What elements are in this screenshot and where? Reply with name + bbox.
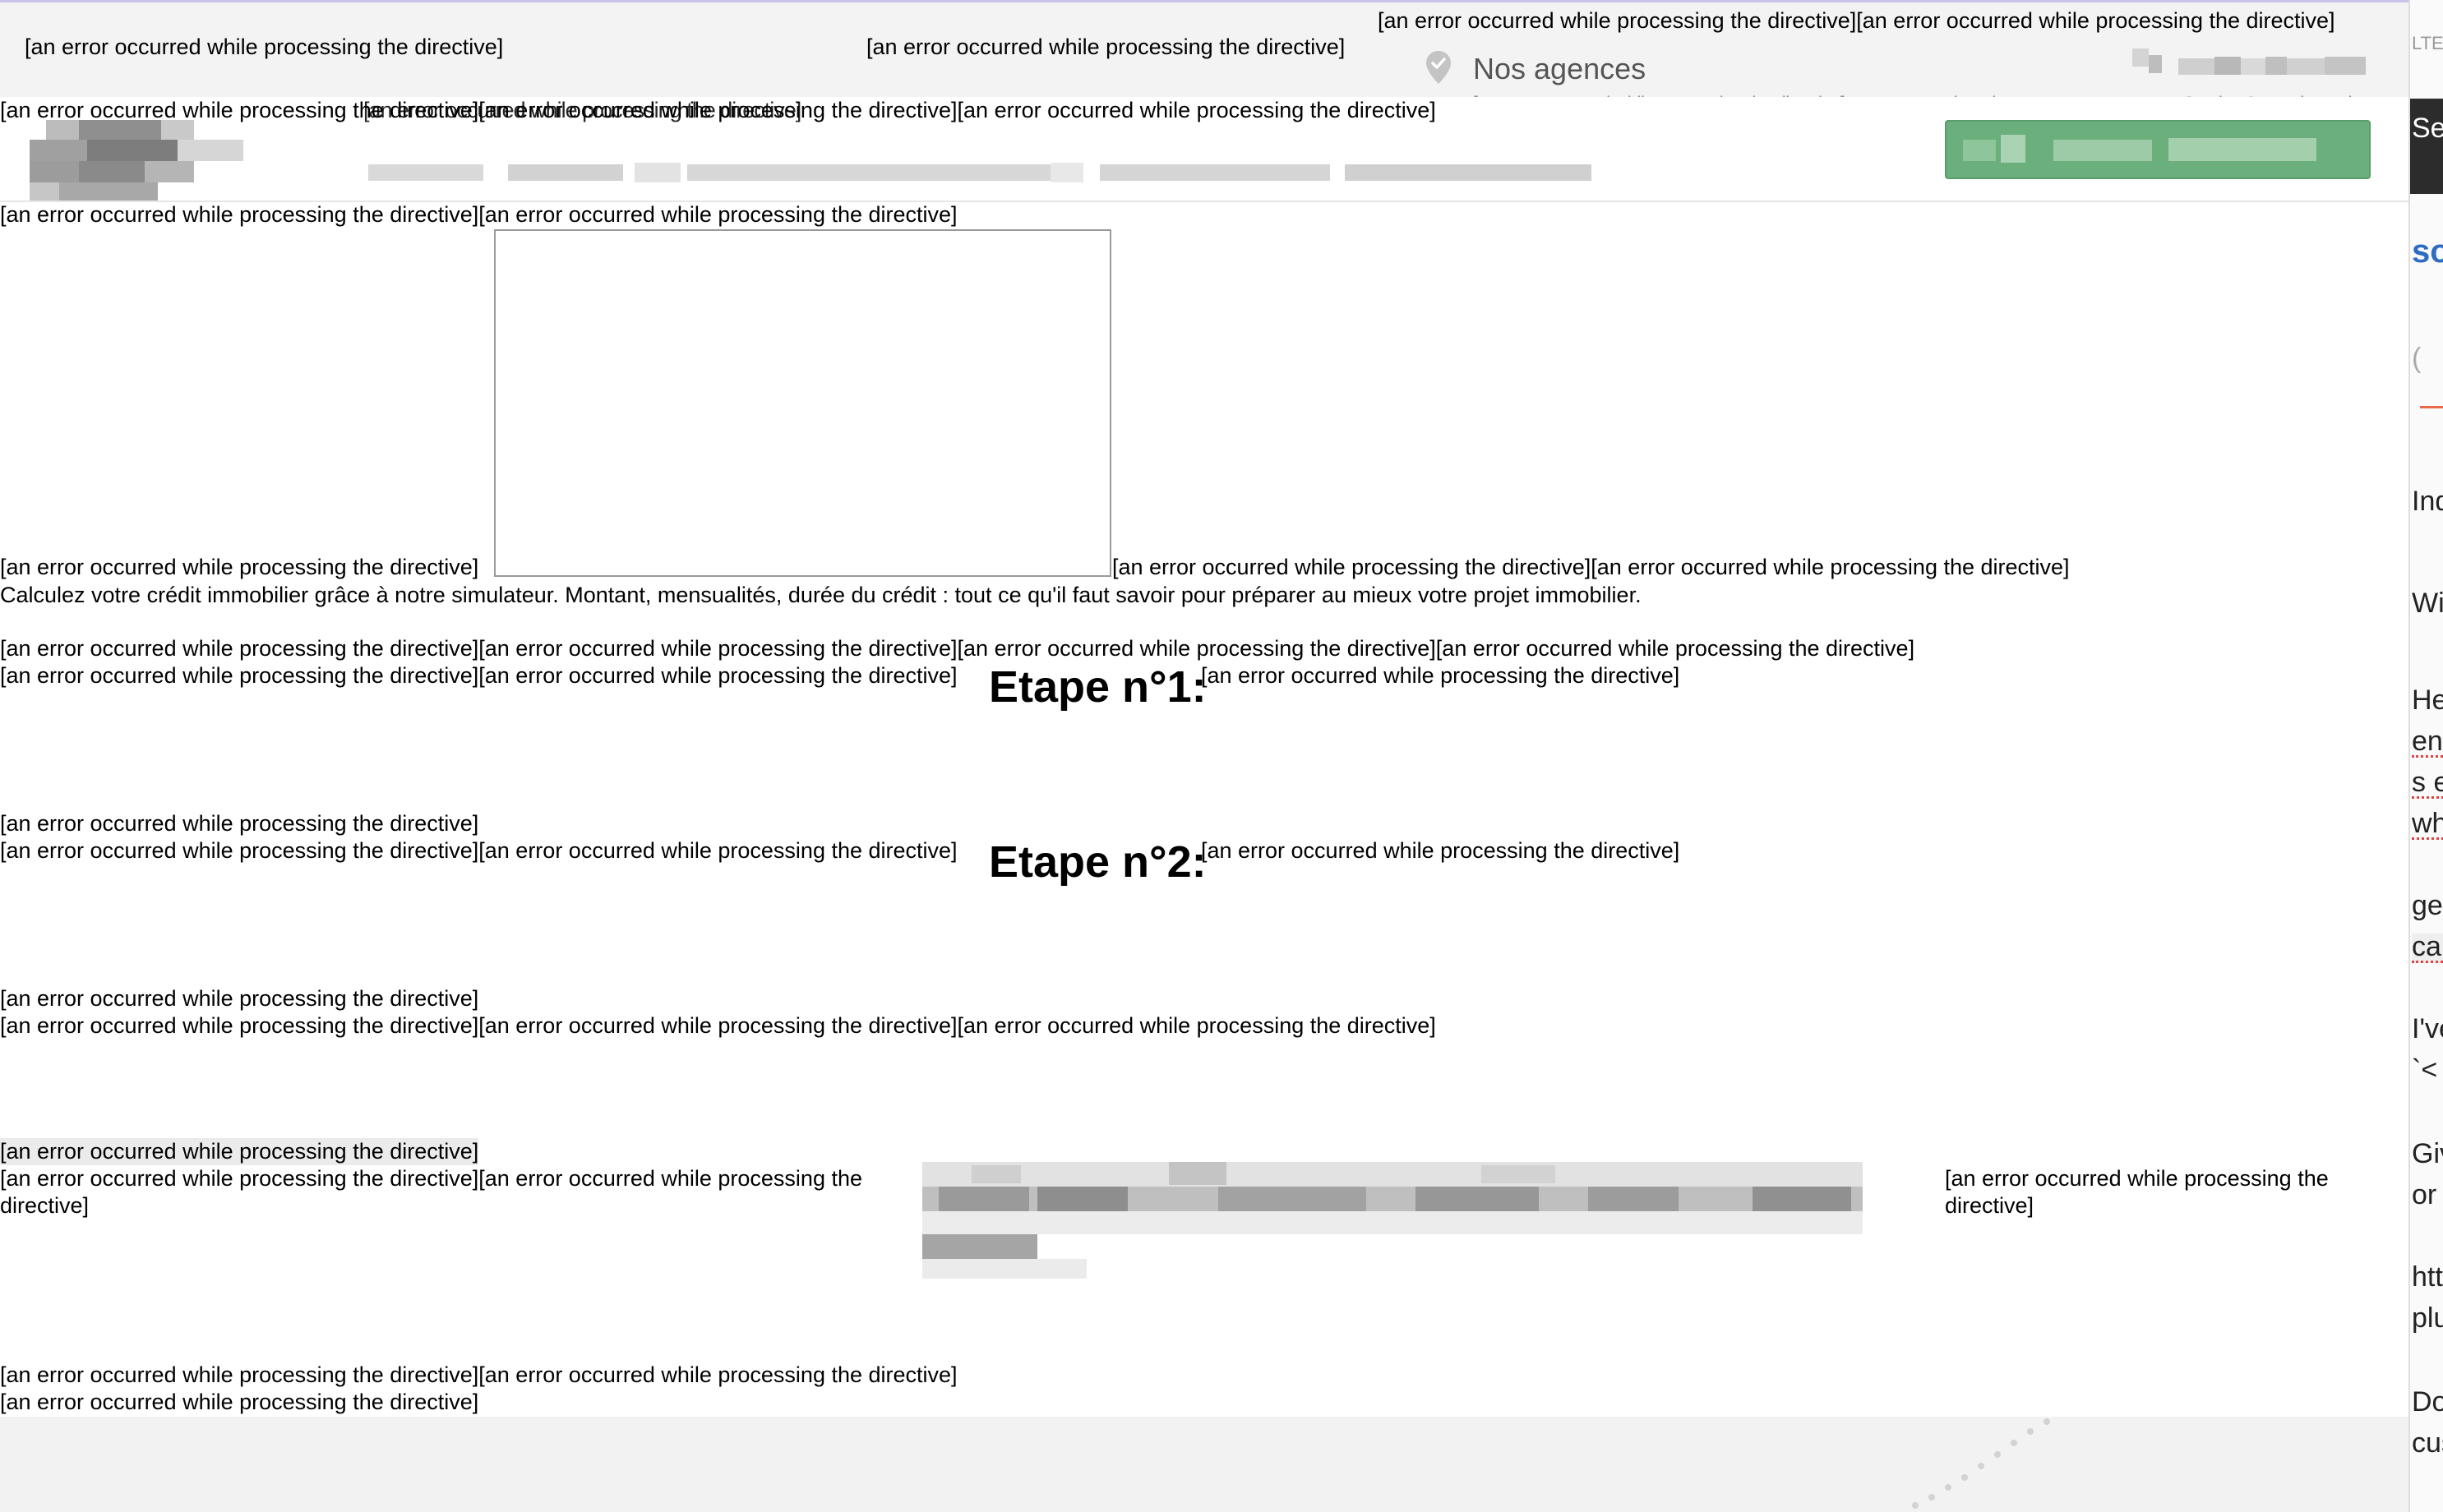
content-error-bottom-pair: [an error occurred while processing the …	[0, 1362, 958, 1387]
content-error-highlighted[interactable]: [an error occurred while processing the …	[0, 1138, 479, 1165]
sidebar-fragment: Giv	[2412, 1138, 2443, 1169]
content-error-triple: [an error occurred while processing the …	[0, 1013, 1436, 1038]
phone-number-blurred[interactable]	[2132, 48, 2372, 90]
agences-title[interactable]: Nos agences	[1473, 54, 1646, 84]
sidebar-fragment: env	[2412, 727, 2443, 758]
sidebar-fragment: can	[2412, 933, 2443, 963]
content-error-row3: [an error occurred while processing the …	[0, 636, 1915, 661]
cta-button[interactable]	[1945, 120, 2371, 179]
sidebar-icon-fragment: (	[2412, 343, 2422, 374]
sidebar-fragment: or a	[2412, 1179, 2443, 1210]
content-error-after-step1: [an error occurred while processing the …	[0, 811, 479, 836]
right-error-wrap-line1: [an error occurred while processing the	[1945, 1166, 2329, 1191]
page-description: Calculez votre crédit immobilier grâce à…	[0, 583, 1642, 607]
step1-title: Etape n°1:	[989, 662, 1207, 712]
sidebar-accent-line	[2420, 406, 2443, 408]
sidebar-fragment: sol	[2412, 233, 2443, 270]
content-error-wrap-line1: [an error occurred while processing the …	[0, 1166, 862, 1191]
footer-area	[0, 1417, 2408, 1512]
blurred-text-block	[922, 1162, 1863, 1282]
sidebar-fragment: ge	[2412, 890, 2443, 921]
logo-blurred[interactable]	[30, 120, 284, 205]
step1-prefix: [an error occurred while processing the …	[0, 663, 958, 688]
sidebar-fragment: I've	[2412, 1013, 2443, 1044]
sidebar-fragment: Ind	[2412, 486, 2443, 517]
content-error-bottom-single: [an error occurred while processing the …	[0, 1390, 479, 1414]
embedded-frame[interactable]	[494, 229, 1111, 577]
sidebar-fragment: s e	[2412, 768, 2443, 799]
decorative-dots	[1891, 1417, 2055, 1512]
sidebar-fragment: Do	[2412, 1386, 2443, 1418]
content-error-after-step2: [an error occurred while processing the …	[0, 986, 479, 1011]
step2-suffix: [an error occurred while processing the …	[1201, 838, 1680, 863]
main-nav-blurred[interactable]	[368, 161, 1593, 186]
content-error-wrap-line2: directive]	[0, 1193, 90, 1218]
header-error-right: [an error occurred while processing the …	[1378, 8, 2335, 33]
top-bar: [an error occurred while processing the …	[0, 0, 2408, 113]
adjacent-window-edge: LTE Se sol ( Ind Wi Hel env s e whi ge c…	[2408, 0, 2443, 1512]
content-error-row1: [an error occurred while processing the …	[0, 202, 958, 227]
step1-suffix: [an error occurred while processing the …	[1201, 663, 1680, 688]
sidebar-fragment: Se	[2412, 113, 2443, 144]
step2-prefix: [an error occurred while processing the …	[0, 838, 958, 863]
header-error-center: [an error occurred while processing the …	[866, 35, 1346, 59]
content-error-row2-left: [an error occurred while processing the …	[0, 555, 479, 579]
content-error-row2-right: [an error occurred while processing the …	[1112, 555, 2070, 579]
sidebar-fragment: whi	[2412, 809, 2443, 840]
nav-error-fragment: [an error occurred while processing the …	[363, 98, 801, 122]
sidebar-fragment: LTE	[2412, 33, 2443, 53]
sidebar-fragment: Wi	[2412, 588, 2443, 619]
sidebar-fragment: http	[2412, 1261, 2443, 1293]
location-pin-icon	[1426, 51, 1451, 84]
sidebar-fragment: plug	[2412, 1302, 2443, 1334]
sidebar-fragment: `<	[2412, 1054, 2438, 1086]
step2-title: Etape n°2:	[989, 837, 1207, 887]
header-error-left: [an error occurred while processing the …	[25, 35, 504, 59]
sidebar-fragment: cus	[2412, 1427, 2443, 1459]
sidebar-fragment: Hel	[2412, 685, 2443, 716]
right-error-wrap-line2: directive]	[1945, 1193, 2034, 1218]
